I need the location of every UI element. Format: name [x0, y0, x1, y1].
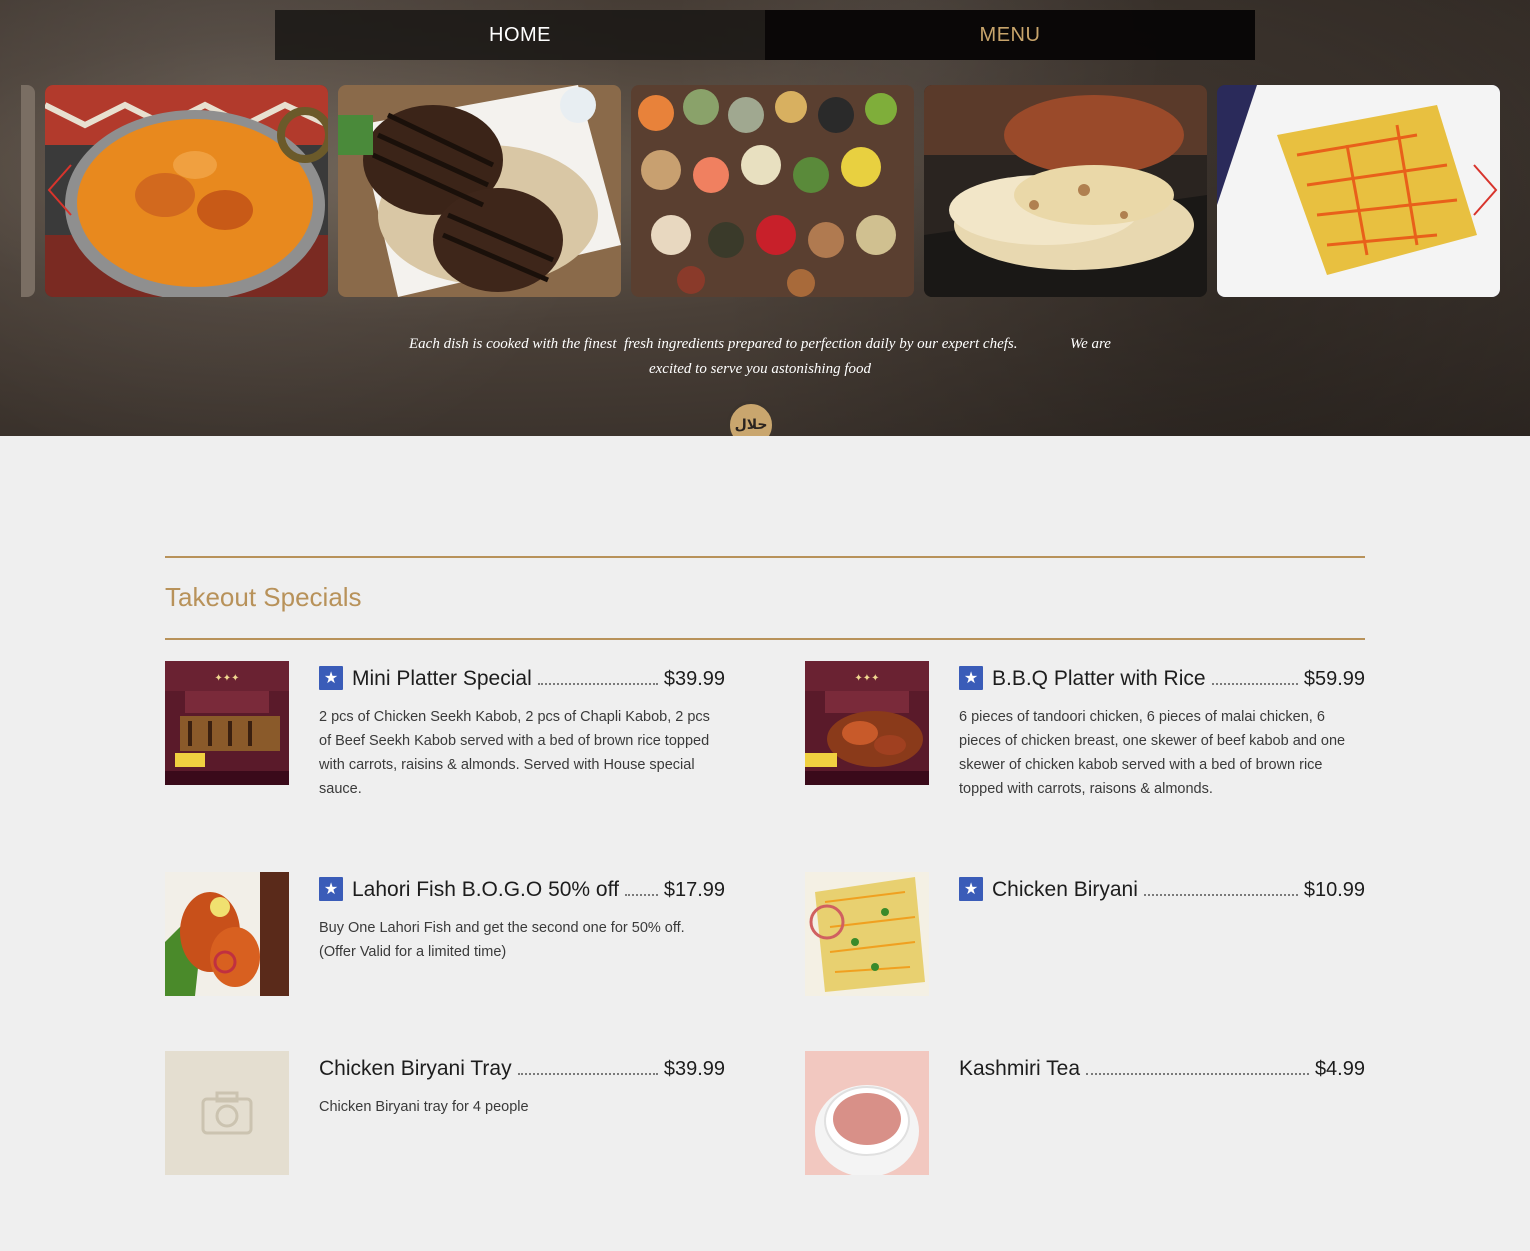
featured-star-icon: ★	[959, 666, 983, 690]
svg-text:✦✦✦: ✦✦✦	[854, 673, 879, 684]
item-name: B.B.Q Platter with Rice	[992, 667, 1206, 690]
tagline-line-1: Each dish is cooked with the finest fres…	[409, 336, 1111, 352]
item-header: Kashmiri Tea $4.99	[959, 1051, 1365, 1083]
menu-item[interactable]: Kashmiri Tea $4.99	[805, 1051, 1365, 1251]
item-description: Buy One Lahori Fish and get the second o…	[319, 920, 685, 960]
gallery-next-arrow[interactable]	[1470, 163, 1500, 217]
featured-star-icon: ★	[959, 877, 983, 901]
top-navigation: HOME MENU	[275, 10, 1255, 60]
chevron-right-icon	[1473, 164, 1498, 216]
gallery-tile-biryani[interactable]	[1217, 85, 1500, 297]
leader-dots	[1086, 1073, 1309, 1075]
gallery-tile-butter-chicken[interactable]	[45, 85, 328, 297]
chevron-left-icon	[47, 164, 72, 216]
item-name: Lahori Fish B.O.G.O 50% off	[352, 878, 619, 901]
item-header: ★ Mini Platter Special $39.99	[319, 661, 725, 693]
item-header: ★ Chicken Biryani $10.99	[959, 872, 1365, 904]
item-image[interactable]	[805, 872, 929, 996]
menu-item[interactable]: ✦✦✦ ★ B.B.Q Platter with Rice $59.99 6 p…	[805, 661, 1365, 861]
gallery-partial-tile	[21, 85, 35, 297]
item-description: 2 pcs of Chicken Seekh Kabob, 2 pcs of C…	[319, 709, 710, 797]
leader-dots	[517, 1073, 658, 1075]
leader-dots	[1211, 683, 1298, 685]
halal-badge-icon: حلال	[727, 401, 775, 436]
menu-item[interactable]: ★ Chicken Biryani $10.99	[805, 872, 1365, 1072]
nav-home[interactable]: HOME	[275, 10, 765, 60]
menu-item[interactable]: Chicken Biryani Tray $39.99 Chicken Biry…	[165, 1051, 725, 1251]
leader-dots	[1143, 894, 1298, 896]
item-price: $17.99	[663, 879, 725, 901]
item-image[interactable]	[165, 872, 289, 996]
item-image[interactable]	[805, 1051, 929, 1175]
item-name: Chicken Biryani Tray	[319, 1057, 512, 1080]
gallery-tile-grilled-beef[interactable]	[338, 85, 621, 297]
gallery-prev-arrow[interactable]	[45, 163, 75, 217]
tagline: Each dish is cooked with the finest fres…	[380, 332, 1140, 382]
item-image[interactable]: ✦✦✦	[165, 661, 289, 785]
item-price: $59.99	[1303, 668, 1365, 690]
item-header: Chicken Biryani Tray $39.99	[319, 1051, 725, 1083]
nav-menu[interactable]: MENU	[765, 10, 1255, 60]
item-price: $4.99	[1314, 1058, 1365, 1080]
hero-banner: HOME MENU Each dish is cooked with the f…	[0, 0, 1530, 436]
gallery-tile-spices[interactable]	[631, 85, 914, 297]
menu-item[interactable]: ✦✦✦ ★ Mini Platter Special $39.99 2 pcs …	[165, 661, 725, 861]
item-header: ★ Lahori Fish B.O.G.O 50% off $17.99	[319, 872, 725, 904]
item-description: Chicken Biryani tray for 4 people	[319, 1099, 529, 1115]
section-bottom-rule	[165, 638, 1365, 640]
item-description: 6 pieces of tandoori chicken, 6 pieces o…	[959, 709, 1346, 797]
item-header: ★ B.B.Q Platter with Rice $59.99	[959, 661, 1365, 693]
section-top-rule	[165, 556, 1365, 558]
item-image-placeholder[interactable]	[165, 1051, 289, 1175]
item-name: Mini Platter Special	[352, 667, 532, 690]
tagline-line-2: excited to serve you astonishing food	[648, 361, 872, 377]
svg-text:✦✦✦: ✦✦✦	[214, 673, 239, 684]
featured-star-icon: ★	[319, 666, 343, 690]
item-name: Chicken Biryani	[992, 878, 1138, 901]
item-price: $39.99	[663, 1058, 725, 1080]
featured-star-icon: ★	[319, 877, 343, 901]
photo-gallery	[0, 85, 1530, 297]
menu-item[interactable]: ★ Lahori Fish B.O.G.O 50% off $17.99 Buy…	[165, 872, 725, 1072]
section-title: Takeout Specials	[165, 582, 362, 612]
item-image[interactable]: ✦✦✦	[805, 661, 929, 785]
gallery-tile-naan[interactable]	[924, 85, 1207, 297]
item-name: Kashmiri Tea	[959, 1057, 1080, 1080]
leader-dots	[537, 683, 658, 685]
item-price: $39.99	[663, 668, 725, 690]
item-price: $10.99	[1303, 879, 1365, 901]
leader-dots	[624, 894, 658, 896]
